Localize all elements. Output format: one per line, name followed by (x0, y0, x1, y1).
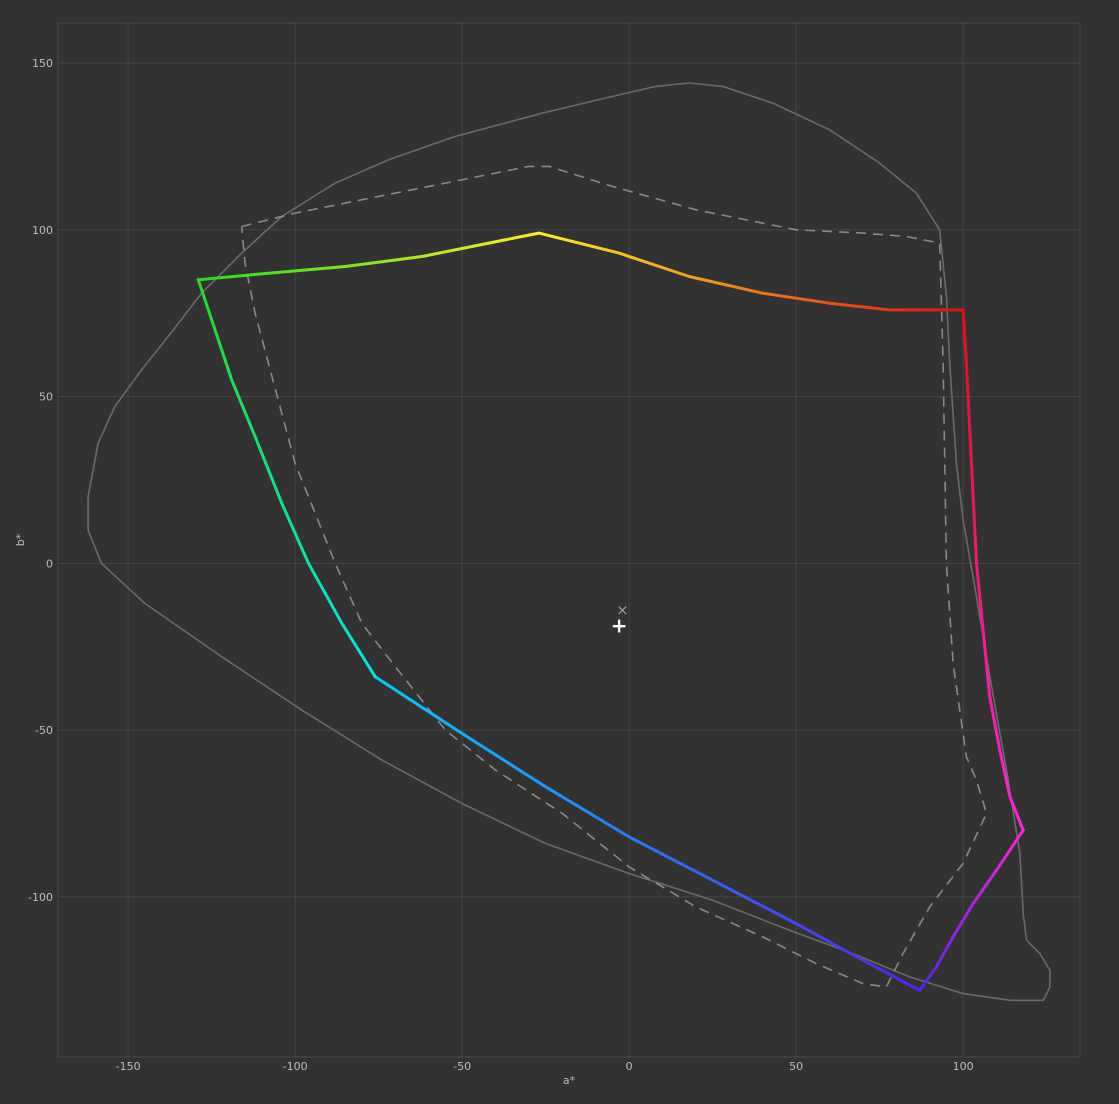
gamut-edge-segment (373, 675, 922, 992)
y-tick-label: 50 (39, 391, 53, 404)
grid-lines (58, 23, 1080, 1057)
gamut-edge-segment (537, 231, 965, 312)
reference-gamut-outline (87, 82, 1051, 1002)
gamut-edge-segment (196, 231, 541, 282)
y-tick-label: 150 (32, 57, 53, 70)
plot-frame (57, 22, 1081, 1058)
y-axis-label: b* (14, 533, 27, 546)
x-tick-label: 50 (789, 1060, 803, 1073)
x-tick-label: -100 (283, 1060, 308, 1073)
gamut-edge-segment (918, 828, 1025, 992)
x-tick-label: 100 (953, 1060, 974, 1073)
x-axis-label: a* (563, 1074, 576, 1087)
y-tick-label: 0 (46, 557, 53, 570)
dashed-gamut-outline (240, 165, 988, 988)
series-layer (87, 82, 1051, 1002)
y-tick-label: -50 (35, 724, 53, 737)
y-tick-label: -100 (28, 891, 53, 904)
white-point-plus-marker: + (611, 614, 628, 638)
marker-layer: ×+ (611, 601, 629, 638)
x-tick-label: 0 (626, 1060, 633, 1073)
x-tick-label: -150 (116, 1060, 141, 1073)
gamut-edge-segment (196, 278, 377, 679)
chart-canvas: ×+ -150 -100 -50 0 50 100150100500-50-100 a* … (14, 22, 1081, 1087)
tick-labels: -150 -100 -50 0 50 100 150 100 50 0 -50 -100 (28, 57, 974, 1073)
x-tick-label: -50 (453, 1060, 471, 1073)
y-tick-label: 100 (32, 224, 53, 237)
